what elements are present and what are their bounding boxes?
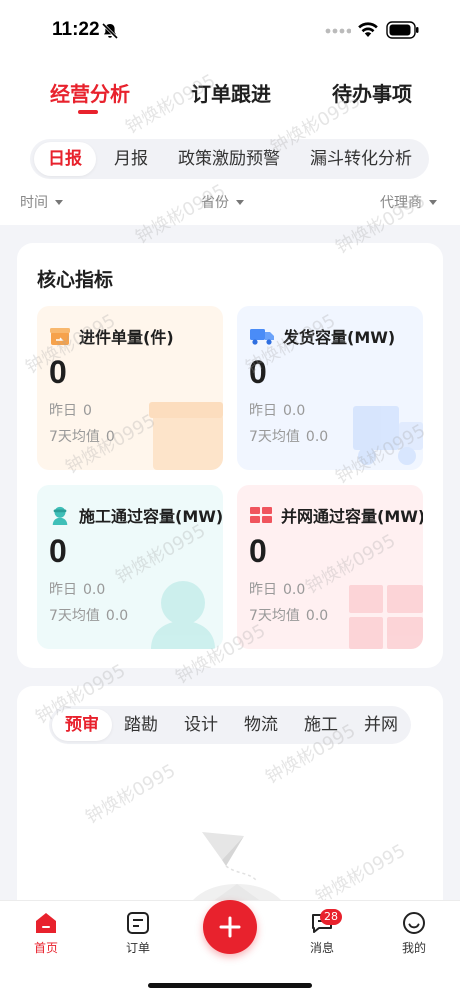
flowtab-grid[interactable]: 并网 [364,706,398,744]
tab-order-follow-up[interactable]: 订单跟进 [191,78,271,107]
sub-tabs: 日报 月报 政策激励预警 漏斗转化分析 [30,139,429,179]
avg7-label: 7天均值 [249,429,300,445]
signal-dots-icon [325,28,351,34]
metric-avg7: 7天均值 0.0 [49,605,128,625]
metric-avg7: 7天均值 0.0 [249,426,328,446]
nav-orders-label: 订单 [125,941,150,955]
nav-orders[interactable]: 订单 [108,911,168,956]
subtab-funnel-analysis[interactable]: 漏斗转化分析 [310,139,412,179]
solar-panel-icon [250,507,272,523]
metric-yesterday: 昨日 0.0 [49,579,105,599]
avg7-label: 7天均值 [249,608,300,624]
flow-tabs: 预审 踏勘 设计 物流 施工 并网 [49,706,411,744]
metric-yesterday: 昨日 0 [49,400,92,420]
worker-bg-icon [151,581,215,649]
avg7-value: 0.0 [305,429,329,445]
metric-card-grid[interactable]: 并网通过容量(MW) 0 昨日 0.0 7天均值 0.0 [237,485,423,649]
core-title: 核心指标 [37,269,114,291]
metric-label: 进件单量(件) [79,328,174,347]
nav-home[interactable]: 首页 [16,911,76,956]
yesterday-label: 昨日 [249,403,277,419]
avg7-value: 0.0 [305,608,329,624]
metric-label: 施工通过容量(MW) [79,507,223,526]
filter-time[interactable]: 时间 [20,192,63,212]
metric-avg7: 7天均值 0 [49,426,115,446]
solar-panel-bg-icon [349,585,423,649]
yesterday-value: 0.0 [83,582,106,598]
status-time: 11:22 [52,19,100,40]
yesterday-label: 昨日 [249,582,277,598]
truck-icon [250,329,274,345]
status-bar: 11:22 [0,0,460,62]
profile-icon [403,912,425,934]
tab-todo-items[interactable]: 待办事项 [332,78,412,107]
main-tab-indicator [78,110,98,114]
filter-province-label: 省份 [201,195,229,211]
filter-agent[interactable]: 代理商 [380,192,437,212]
message-badge: 28 [320,909,342,925]
worker-icon [52,506,68,525]
metric-label: 并网通过容量(MW) [281,507,423,526]
nav-profile[interactable]: 我的 [384,911,444,956]
avg7-value: 0 [105,429,115,445]
yesterday-value: 0.0 [283,403,306,419]
nav-messages-label: 消息 [309,941,334,955]
box-bg-icon [149,402,223,470]
add-button[interactable] [203,900,257,954]
bell-off-icon [101,22,119,40]
truck-bg-icon [353,406,423,465]
metric-value: 0 [49,354,67,390]
metric-value: 0 [49,533,67,569]
metric-yesterday: 昨日 0.0 [249,400,305,420]
flowtab-construction[interactable]: 施工 [304,706,338,744]
subtab-policy-warning[interactable]: 政策激励预警 [178,139,280,179]
caret-down-icon [236,199,244,205]
box-icon [50,328,70,345]
caret-down-icon [429,199,437,205]
yesterday-label: 昨日 [49,582,77,598]
plus-icon [219,916,241,938]
metric-yesterday: 昨日 0.0 [249,579,305,599]
main-tabs: 经营分析 订单跟进 待办事项 [0,64,460,120]
metric-value: 0 [249,354,267,390]
filter-province[interactable]: 省份 [201,192,244,212]
flow-stage-card: 预审 踏勘 设计 物流 施工 并网 [17,686,443,926]
flowtab-pre-review[interactable]: 预审 [52,709,112,741]
flowtab-logistics[interactable]: 物流 [244,706,278,744]
wifi-icon [358,22,378,37]
metric-label: 发货容量(MW) [283,328,396,347]
metric-card-construction[interactable]: 施工通过容量(MW) 0 昨日 0.0 7天均值 0.0 [37,485,223,649]
nav-profile-label: 我的 [401,941,426,955]
tab-business-analysis[interactable]: 经营分析 [50,78,130,107]
caret-down-icon [55,199,63,205]
order-icon [127,912,149,934]
avg7-label: 7天均值 [49,608,100,624]
yesterday-label: 昨日 [49,403,77,419]
metric-card-shipping[interactable]: 发货容量(MW) 0 昨日 0.0 7天均值 0.0 [237,306,423,470]
filter-agent-label: 代理商 [380,195,422,211]
yesterday-value: 0.0 [283,582,306,598]
battery-icon [386,21,419,39]
home-icon [36,913,56,933]
avg7-label: 7天均值 [49,429,100,445]
yesterday-value: 0 [83,403,92,419]
metric-value: 0 [249,533,267,569]
avg7-value: 0.0 [105,608,129,624]
nav-home-label: 首页 [33,941,58,955]
filter-time-label: 时间 [20,195,48,211]
flowtab-survey[interactable]: 踏勘 [124,706,158,744]
metric-avg7: 7天均值 0.0 [249,605,328,625]
subtab-monthly[interactable]: 月报 [114,139,148,179]
flowtab-design[interactable]: 设计 [184,706,218,744]
core-indicators-card: 核心指标 进件单量(件) 0 昨日 0 7天均值 0 发货容量(MW) 0 昨日… [17,243,443,668]
metric-card-orders[interactable]: 进件单量(件) 0 昨日 0 7天均值 0 [37,306,223,470]
subtab-daily[interactable]: 日报 [34,142,96,176]
home-indicator [148,983,312,988]
